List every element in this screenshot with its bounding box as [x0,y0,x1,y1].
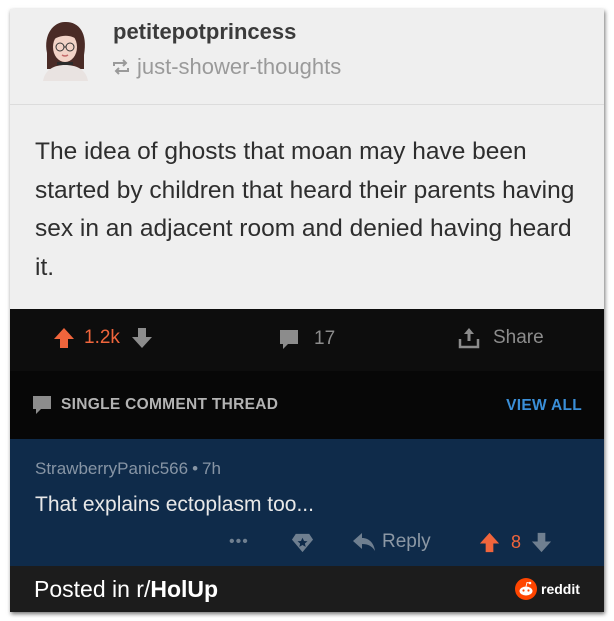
user-avatar[interactable] [37,19,93,81]
share-button[interactable]: Share [457,326,544,350]
reddit-brand: reddit [515,578,580,600]
comment-vote-count: 8 [511,532,522,552]
view-all-link[interactable]: VIEW ALL [506,397,582,415]
post-username[interactable]: petitepotprincess [113,19,296,45]
thread-title-group: SINGLE COMMENT THREAD [32,395,278,415]
comment-bubble-icon [280,330,298,349]
tumblr-post: petitepotprincess just-shower-thoughts T… [10,9,604,309]
comment-bubble-icon [33,396,51,414]
post-header: petitepotprincess just-shower-thoughts [10,9,604,105]
posted-in-label: Posted in r/HolUp [34,576,218,603]
comment-actions: ••• Reply 8 [10,531,604,561]
award-icon[interactable] [291,531,314,554]
posted-in-footer: Posted in r/HolUp reddit [10,566,604,612]
reblog-row: just-shower-thoughts [111,54,341,80]
reply-button[interactable]: Reply [352,531,431,553]
comment-meta: StrawberryPanic566 • 7h [35,459,221,479]
downvote-icon[interactable] [130,326,154,350]
comment-vote-control: 8 [478,531,553,554]
post-vote-control: 1.2k [52,326,154,350]
post-body-text: The idea of ghosts that moan may have be… [35,138,575,281]
comment-age: 7h [202,459,221,478]
comment: StrawberryPanic566 • 7h That explains ecto… [10,439,604,566]
comment-author[interactable]: StrawberryPanic566 [35,459,188,478]
thread-header: SINGLE COMMENT THREAD VIEW ALL [10,371,604,439]
comment-count: 17 [314,328,336,349]
thread-title: SINGLE COMMENT THREAD [61,396,279,413]
upvote-icon[interactable] [478,531,501,554]
comment-body: That explains ectoplasm too... [35,493,314,516]
post-action-bar: 1.2k 17 Share [10,309,604,371]
reply-label: Reply [382,531,431,552]
share-icon [458,328,480,349]
upvote-count: 1.2k [84,327,120,348]
subreddit-name[interactable]: HolUp [150,576,218,602]
more-options-button[interactable]: ••• [229,533,249,551]
upvote-icon[interactable] [52,326,76,350]
reblog-icon [113,59,129,75]
screenshot-frame: petitepotprincess just-shower-thoughts T… [10,9,604,612]
reddit-wordmark: reddit [541,581,580,597]
share-label: Share [493,327,544,348]
comments-button[interactable]: 17 [278,328,335,350]
posted-prefix: Posted in r/ [34,576,151,602]
reblog-source[interactable]: just-shower-thoughts [137,54,341,80]
reply-arrow-icon [353,533,375,551]
downvote-icon[interactable] [530,531,553,554]
meta-separator: • [192,459,199,478]
reddit-logo-icon [515,578,537,600]
